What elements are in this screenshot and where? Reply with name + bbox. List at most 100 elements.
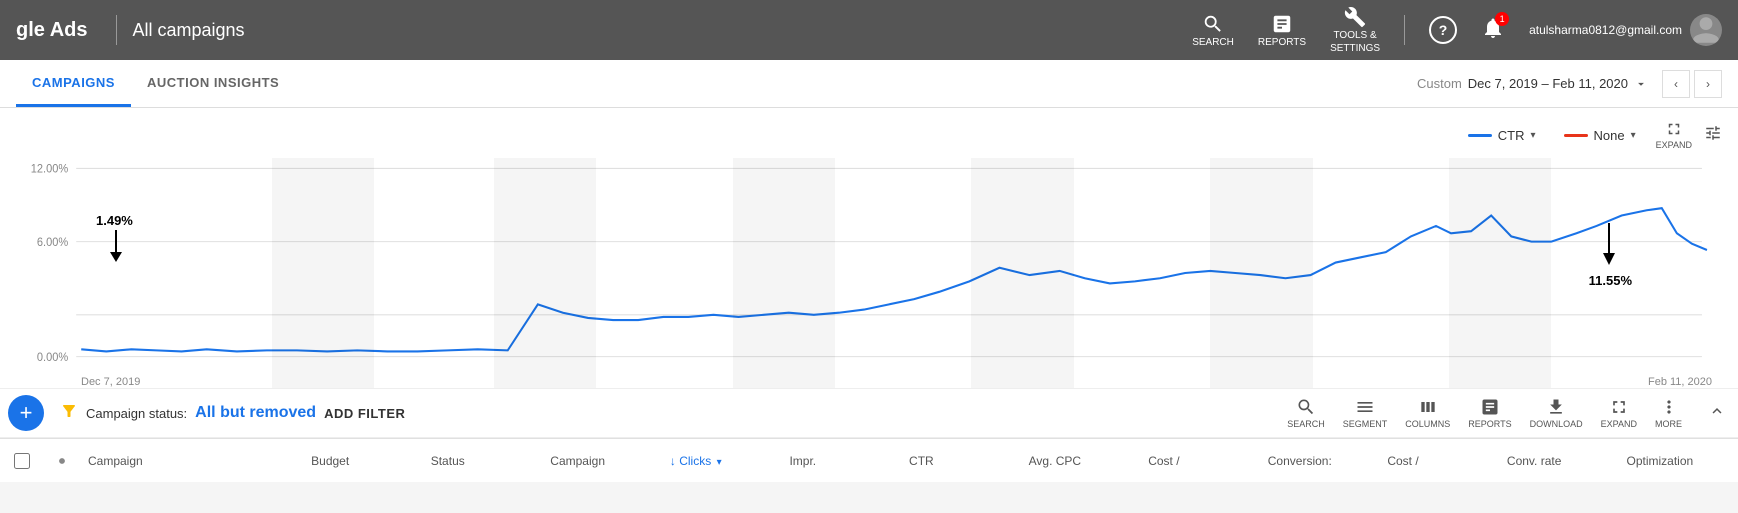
header-search-btn[interactable]: SEARCH	[1192, 13, 1234, 48]
header-help-btn[interactable]: ?	[1429, 16, 1457, 44]
search-icon	[1202, 13, 1224, 35]
metric1-btn[interactable]: CTR ▾	[1460, 124, 1544, 147]
toolbar-more-btn[interactable]: MORE	[1655, 397, 1682, 429]
th-avg-cpc[interactable]: Avg. CPC	[1021, 454, 1141, 468]
th-checkbox[interactable]	[0, 453, 44, 469]
filter-status-value[interactable]: All but removed	[195, 404, 316, 422]
notification-badge: 1	[1495, 12, 1509, 26]
toolbar-segment-btn[interactable]: SEGMENT	[1343, 397, 1388, 429]
metric2-line	[1564, 134, 1588, 137]
toolbar-download-btn[interactable]: DOWNLOAD	[1530, 397, 1583, 429]
date-nav: ‹ ›	[1662, 70, 1722, 98]
chart-controls: CTR ▾ None ▾ EXPAND	[16, 120, 1722, 158]
reports-icon	[1271, 13, 1293, 35]
download-icon	[1546, 397, 1566, 417]
th-status[interactable]: Status	[423, 454, 543, 468]
header: gle Ads All campaigns SEARCH REPORTS TOO…	[0, 0, 1738, 60]
page-title: All campaigns	[133, 20, 1193, 41]
expand-icon	[1665, 120, 1683, 138]
chart-filter-icon	[1704, 124, 1722, 142]
settings-label: SETTINGS	[1330, 43, 1380, 54]
th-dot	[44, 454, 80, 468]
chart-band-1	[272, 158, 374, 388]
more-icon	[1659, 397, 1679, 417]
chart-band-6	[1449, 158, 1551, 388]
header-notifications-btn[interactable]: 1	[1481, 16, 1505, 45]
collapse-btn[interactable]	[1708, 402, 1726, 425]
segment-icon	[1355, 397, 1375, 417]
th-cost[interactable]: Cost /	[1140, 454, 1260, 468]
toolbar-expand-btn[interactable]: EXPAND	[1601, 397, 1637, 429]
toolbar-reports-btn[interactable]: REPORTS	[1468, 397, 1511, 429]
th-conv-rate[interactable]: Conv. rate	[1499, 454, 1619, 468]
chevron-down-icon	[1634, 77, 1648, 91]
header-reports-btn[interactable]: REPORTS	[1258, 13, 1306, 48]
x-label-start: Dec 7, 2019	[81, 376, 140, 388]
chart-annotation-start: 1.49%	[96, 213, 136, 270]
toolbar-expand-icon	[1609, 397, 1629, 417]
tools-label: TOOLS &	[1333, 30, 1376, 41]
header-actions: SEARCH REPORTS TOOLS & SETTINGS ? 1 atul…	[1192, 6, 1722, 54]
expand-btn[interactable]: EXPAND	[1656, 120, 1692, 150]
reports-label: REPORTS	[1258, 37, 1306, 48]
filter-status-label: Campaign status:	[86, 406, 187, 421]
th-clicks[interactable]: ↓ Clicks ▾	[662, 454, 782, 468]
th-conversions[interactable]: Conversion:	[1260, 454, 1380, 468]
toolbar-columns-btn[interactable]: COLUMNS	[1405, 397, 1450, 429]
chart-filter-btn[interactable]	[1704, 124, 1722, 147]
filter-bar: + Campaign status: All but removed ADD F…	[0, 388, 1738, 438]
x-label-end: Feb 11, 2020	[1648, 376, 1712, 388]
toolbar-expand-label: EXPAND	[1601, 419, 1637, 429]
th-impressions[interactable]: Impr.	[781, 454, 901, 468]
svg-text:0.00%: 0.00%	[37, 352, 68, 364]
chart-area: CTR ▾ None ▾ EXPAND	[0, 108, 1738, 388]
toolbar-search-btn[interactable]: SEARCH	[1287, 397, 1325, 429]
chart-band-3	[733, 158, 835, 388]
th-budget[interactable]: Budget	[303, 454, 423, 468]
chart-wrapper: 12.00% 6.00% 0.00% 1.49% 11.55% Dec 7, 2…	[16, 158, 1722, 388]
status-dot-icon	[55, 454, 69, 468]
date-next-btn[interactable]: ›	[1694, 70, 1722, 98]
segment-label: SEGMENT	[1343, 419, 1388, 429]
avatar	[1690, 14, 1722, 46]
chart-band-2	[494, 158, 596, 388]
svg-text:6.00%: 6.00%	[37, 237, 68, 249]
th-ctr[interactable]: CTR	[901, 454, 1021, 468]
date-prev-btn[interactable]: ‹	[1662, 70, 1690, 98]
header-user[interactable]: atulsharma0812@gmail.com	[1529, 14, 1722, 46]
chart-annotation-end: 11.55%	[1589, 223, 1632, 288]
header-tools-btn[interactable]: TOOLS & SETTINGS	[1330, 6, 1380, 54]
toolbar-search-label: SEARCH	[1287, 419, 1325, 429]
download-label: DOWNLOAD	[1530, 419, 1583, 429]
table-header: Campaign Budget Status Campaign ↓ Clicks…	[0, 438, 1738, 482]
th-optimization[interactable]: Optimization	[1619, 454, 1738, 468]
annotation-start-value: 1.49%	[96, 213, 133, 228]
columns-icon	[1418, 397, 1438, 417]
tools-icon	[1344, 6, 1366, 28]
svg-text:12.00%: 12.00%	[31, 163, 68, 175]
user-email: atulsharma0812@gmail.com	[1529, 23, 1682, 37]
filter-row: Campaign status: All but removed ADD FIL…	[60, 402, 405, 425]
search-label: SEARCH	[1192, 37, 1234, 48]
tab-campaigns[interactable]: CAMPAIGNS	[16, 61, 131, 107]
annotation-arrow-end	[1589, 223, 1629, 273]
funnel-icon	[60, 402, 78, 420]
metric2-caret: ▾	[1631, 130, 1636, 141]
metric1-caret: ▾	[1531, 130, 1536, 141]
date-range-picker[interactable]: Custom Dec 7, 2019 – Feb 11, 2020 ‹ ›	[1417, 70, 1722, 98]
metric2-btn[interactable]: None ▾	[1556, 124, 1644, 147]
toolbar-icons: SEARCH SEGMENT COLUMNS REPORTS DOWNLOAD …	[1287, 397, 1738, 429]
add-campaign-btn[interactable]: +	[8, 395, 44, 431]
metric2-label: None	[1594, 128, 1625, 143]
tab-auction-insights[interactable]: AUCTION INSIGHTS	[131, 61, 295, 107]
th-cost-conv[interactable]: Cost /	[1379, 454, 1499, 468]
date-range-value: Dec 7, 2019 – Feb 11, 2020	[1468, 76, 1628, 91]
th-campaign[interactable]: Campaign	[80, 454, 303, 468]
collapse-icon	[1708, 402, 1726, 420]
select-all-checkbox[interactable]	[14, 453, 30, 469]
avatar-icon	[1690, 14, 1722, 46]
add-filter-btn[interactable]: ADD FILTER	[324, 406, 405, 421]
expand-label: EXPAND	[1656, 140, 1692, 150]
metric1-line	[1468, 134, 1492, 137]
th-campaign-type[interactable]: Campaign	[542, 454, 662, 468]
